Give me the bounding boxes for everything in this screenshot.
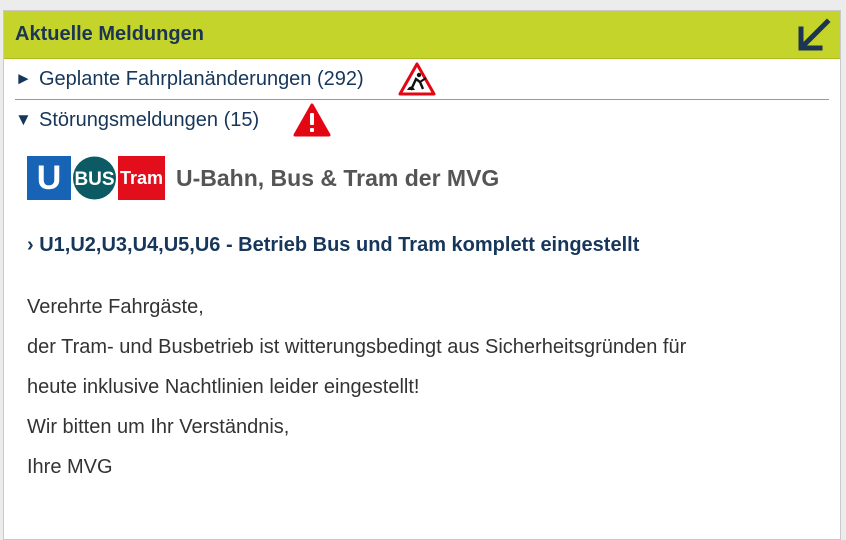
bus-logo: BUS (73, 156, 116, 200)
message-line: Ihre MVG (27, 456, 113, 478)
bus-logo-text: BUS (74, 169, 114, 190)
section-disruptions[interactable]: ▼ Störungsmeldungen (15) (15, 100, 829, 140)
section-label-disruptions: Störungsmeldungen (15) (39, 108, 260, 131)
message-line: der Tram- und Busbetrieb ist witterungsb… (27, 336, 687, 358)
operator-name: U-Bahn, Bus & Tram der MVG (176, 164, 500, 191)
arrow-down-left-icon[interactable] (794, 15, 834, 55)
panel-header: Aktuelle Meldungen (4, 11, 840, 59)
panel-title: Aktuelle Meldungen (15, 23, 204, 45)
news-panel: Aktuelle Meldungen ► Geplante Fahrplanän… (3, 10, 841, 540)
expand-arrow-icon: ► (15, 69, 32, 88)
construction-warning-icon (398, 62, 436, 96)
message-line: Wir bitten um Ihr Verständnis, (27, 416, 290, 438)
section-label-planned-changes: Geplante Fahrplanänderungen (292) (39, 67, 364, 90)
alert-message: Verehrte Fahrgäste, der Tram- und Busbet… (27, 287, 840, 487)
message-line: Verehrte Fahrgäste, (27, 296, 204, 318)
message-line: heute inklusive Nachtlinien leider einge… (27, 376, 420, 398)
alert-headline-link[interactable]: › U1,U2,U3,U4,U5,U6 - Betrieb Bus und Tr… (27, 234, 840, 257)
red-warning-icon (293, 103, 331, 137)
u-bahn-logo: U (27, 156, 71, 200)
collapse-arrow-icon: ▼ (15, 110, 32, 129)
operator-row: U BUS Tram U-Bahn, Bus & Tram der MVG (27, 156, 840, 200)
section-planned-changes[interactable]: ► Geplante Fahrplanänderungen (292) (15, 59, 829, 100)
tram-logo: Tram (118, 156, 165, 200)
